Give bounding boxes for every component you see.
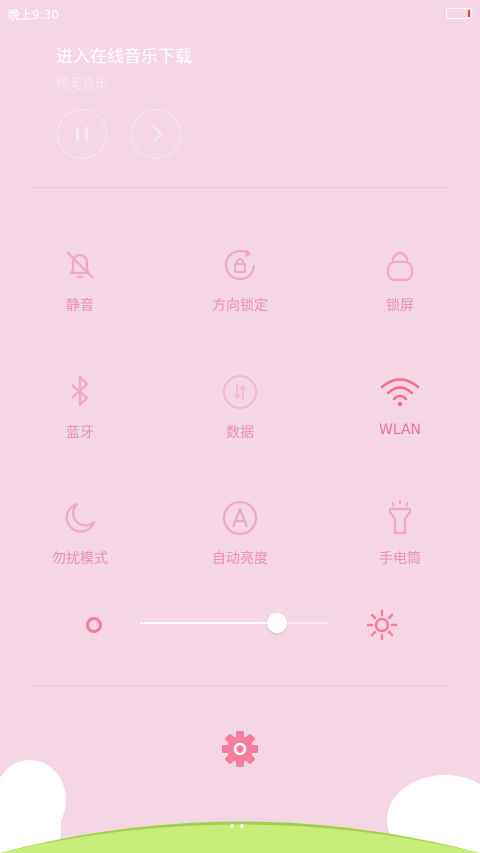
toggle-bluetooth[interactable]: 蓝牙 xyxy=(0,372,160,462)
brightness-low-icon xyxy=(86,617,102,633)
toggle-wlan[interactable]: WLAN xyxy=(320,372,480,462)
rotation-lock-icon xyxy=(224,249,256,281)
bluetooth-icon xyxy=(71,375,89,407)
divider-bottom xyxy=(32,685,448,686)
status-bar: 晚上9:30 xyxy=(0,0,480,26)
toggle-wlan-label: WLAN xyxy=(378,422,421,438)
music-widget[interactable]: 进入在线音乐下载 畅无音乐 xyxy=(56,42,192,92)
chevron-right-icon xyxy=(152,125,163,143)
toggle-flashlight-label: 手电筒 xyxy=(379,551,421,567)
toggle-rotation-lock[interactable]: 方向锁定 xyxy=(160,245,320,335)
toggle-mobile-data[interactable]: 数据 xyxy=(160,372,320,462)
divider-top xyxy=(32,187,448,188)
toggle-flashlight[interactable]: 手电筒 xyxy=(320,498,480,588)
bell-off-icon xyxy=(66,251,94,279)
pause-icon xyxy=(76,127,88,141)
toggle-mute-label: 静音 xyxy=(66,298,94,314)
brightness-slider-thumb[interactable] xyxy=(267,613,288,633)
toggle-lock-screen[interactable]: 锁屏 xyxy=(320,245,480,335)
mobile-data-icon xyxy=(222,374,258,410)
toggle-auto-brightness[interactable]: 自动亮度 xyxy=(160,498,320,588)
toggle-mute[interactable]: 静音 xyxy=(0,245,160,335)
brightness-slider[interactable] xyxy=(140,622,328,624)
brightness-slider-fill xyxy=(140,622,278,624)
brightness-high-icon xyxy=(366,609,398,641)
auto-brightness-icon xyxy=(222,500,258,536)
toggle-do-not-disturb-label: 勿扰模式 xyxy=(52,551,108,567)
grass-hill-decoration xyxy=(0,760,480,853)
wifi-icon xyxy=(380,378,420,407)
page-dot xyxy=(230,824,234,828)
lock-icon xyxy=(386,251,414,282)
music-subtitle: 畅无音乐 xyxy=(56,77,109,92)
page-dot-active xyxy=(240,824,244,828)
toggle-auto-brightness-label: 自动亮度 xyxy=(212,551,268,567)
flashlight-icon xyxy=(388,500,412,535)
music-title[interactable]: 进入在线音乐下载 xyxy=(56,42,192,67)
page-indicator xyxy=(230,813,250,832)
toggle-lock-screen-label: 锁屏 xyxy=(386,298,414,314)
next-button[interactable] xyxy=(131,109,181,159)
pause-button[interactable] xyxy=(57,109,107,159)
battery-icon xyxy=(446,8,472,19)
toggle-mobile-data-label: 数据 xyxy=(226,425,254,441)
status-time: 晚上9:30 xyxy=(8,8,59,22)
moon-icon xyxy=(65,502,96,533)
battery-level xyxy=(468,10,470,17)
toggle-rotation-lock-label: 方向锁定 xyxy=(212,298,268,314)
toggle-do-not-disturb[interactable]: 勿扰模式 xyxy=(0,498,160,588)
toggle-bluetooth-label: 蓝牙 xyxy=(66,425,94,441)
